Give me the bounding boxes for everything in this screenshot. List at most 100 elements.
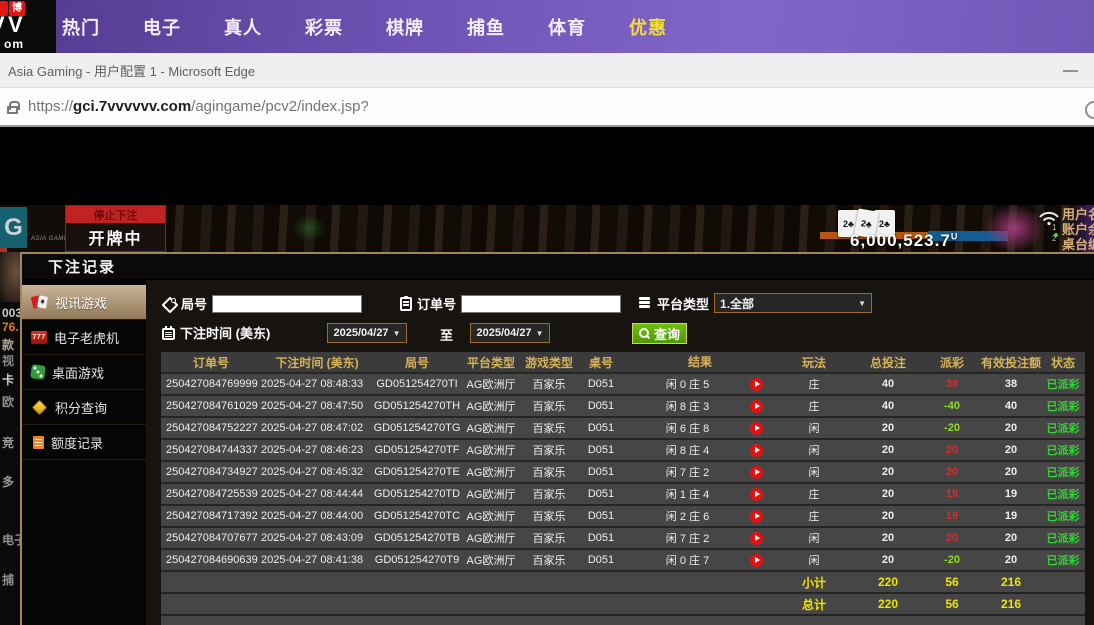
result-cell: 闲 8 庄 4: [625, 442, 775, 458]
valid-bet-cell: 20: [981, 422, 1041, 434]
valid-bet-cell: 19: [981, 488, 1041, 500]
play-icon[interactable]: [750, 378, 763, 391]
table-no-cell: D051: [577, 378, 625, 390]
order-label: 订单号: [417, 294, 456, 313]
game-cell: 百家乐: [521, 420, 577, 436]
table-no-cell: D051: [577, 554, 625, 566]
round-input[interactable]: [212, 295, 362, 313]
play-icon[interactable]: [750, 422, 763, 435]
time-cell: 2025-04-27 08:44:44: [261, 488, 373, 500]
sidebar-item-label: 桌面游戏: [52, 363, 104, 382]
sidebar-item-label: 积分查询: [55, 398, 107, 417]
play-icon[interactable]: [750, 532, 763, 545]
lock-icon[interactable]: [7, 106, 18, 114]
status-cell: 已派彩: [1041, 442, 1085, 458]
play-icon[interactable]: [750, 400, 763, 413]
dealing-label: 开牌中: [66, 223, 165, 251]
total-payout: 56: [923, 597, 981, 611]
total-valid-bet: 216: [981, 597, 1041, 611]
table-row: 250427084769999 2025-04-27 08:48:33 GD05…: [161, 374, 1085, 396]
nav-item[interactable]: 捕鱼: [467, 14, 505, 40]
payout-cell: -20: [923, 554, 981, 566]
order-cell: 250427084761029: [161, 400, 261, 412]
site-logo[interactable]: 博 V V om: [0, 0, 56, 53]
status-cell: 已派彩: [1041, 464, 1085, 480]
bet-type-cell: 闲: [775, 420, 853, 436]
nav-item[interactable]: 彩票: [305, 14, 343, 40]
round-cell: GD051254270TI: [373, 378, 461, 390]
jackpot-value: 6,000,523.7U: [850, 231, 958, 251]
table-no-cell: D051: [577, 532, 625, 544]
url-text[interactable]: https://gci.7vvvvvv.com/agingame/pcv2/in…: [28, 98, 369, 115]
sidebar-item[interactable]: 电子老虎机: [22, 320, 146, 355]
window-title: Asia Gaming - 用户配置 1 - Microsoft Edge: [8, 61, 255, 80]
date-from-select[interactable]: 2025/04/27: [327, 323, 407, 343]
platform-select[interactable]: 1.全部: [714, 293, 872, 313]
background-fragment: 欧: [2, 393, 14, 410]
platform-cell: AG欧洲厅: [461, 530, 521, 546]
sidebar-item[interactable]: 视讯游戏: [22, 285, 146, 320]
result-cell: 闲 0 庄 5: [625, 376, 775, 392]
header-cell: 游戏类型: [521, 354, 577, 371]
sidebar-item[interactable]: 额度记录: [22, 425, 146, 460]
nav-item[interactable]: 优惠: [629, 14, 667, 40]
table-no-cell: D051: [577, 510, 625, 522]
play-icon[interactable]: [750, 466, 763, 479]
round-cell: GD051254270T9: [373, 554, 461, 566]
nav-item[interactable]: 热门: [62, 14, 100, 40]
nav-item[interactable]: 棋牌: [386, 14, 424, 40]
url-bar[interactable]: https://gci.7vvvvvv.com/agingame/pcv2/in…: [0, 88, 1094, 127]
background-fragment: 多: [2, 473, 14, 490]
header-cell: 下注时间 (美东): [261, 354, 373, 371]
play-icon[interactable]: [750, 510, 763, 523]
dealer-face-fragment: [0, 252, 20, 302]
total-bet-cell: 20: [853, 422, 923, 434]
bet-type-cell: 闲: [775, 552, 853, 568]
search-button[interactable]: 查询: [632, 323, 687, 344]
sidebar-item[interactable]: 积分查询: [22, 390, 146, 425]
records-table: 订单号 下注时间 (美东) 局号 平台类型 游戏类型 桌号 结果 玩法 总投注 …: [161, 352, 1085, 625]
order-input[interactable]: [461, 295, 621, 313]
result-cell: 闲 7 庄 2: [625, 464, 775, 480]
bet-type-cell: 庄: [775, 376, 853, 392]
nav-item[interactable]: 电子: [143, 14, 181, 40]
browser-extension-icon[interactable]: [1085, 101, 1094, 119]
table-no-cell: D051: [577, 488, 625, 500]
table-header: 订单号 下注时间 (美东) 局号 平台类型 游戏类型 桌号 结果 玩法 总投注 …: [161, 352, 1085, 374]
page-black-area: [0, 127, 1094, 205]
nav-item[interactable]: 体育: [548, 14, 586, 40]
total-row: 总计 220 56 216: [161, 594, 1085, 616]
header-cell: 平台类型: [461, 354, 521, 371]
result-text: 闲 7 庄 2: [625, 464, 750, 480]
date-to-select[interactable]: 2025/04/27: [470, 323, 550, 343]
round-cell: GD051254270TF: [373, 444, 461, 456]
background-fragment: 视: [2, 352, 14, 369]
sidebar-item[interactable]: 桌面游戏: [22, 355, 146, 390]
result-text: 闲 8 庄 4: [625, 442, 750, 458]
game-cell: 百家乐: [521, 530, 577, 546]
order-cell: 250427084725539: [161, 488, 261, 500]
result-text: 闲 1 庄 4: [625, 486, 750, 502]
sidebar-item-label: 额度记录: [51, 433, 103, 452]
game-cell: 百家乐: [521, 398, 577, 414]
order-cell: 250427084734927: [161, 466, 261, 478]
top-nav: 博 V V om 热门 电子 真人 彩票 棋牌 捕鱼 体育 优惠: [0, 0, 1094, 53]
account-info-line: 账户余额: [1062, 222, 1094, 237]
play-icon[interactable]: [750, 488, 763, 501]
account-info-line: 用户名称: [1062, 207, 1094, 222]
platform-cell: AG欧洲厅: [461, 508, 521, 524]
result-text: 闲 8 庄 3: [625, 398, 750, 414]
background-fragment: 款: [2, 336, 14, 353]
background-fragment: 捕: [2, 571, 14, 588]
platform-cell: AG欧洲厅: [461, 376, 521, 392]
platform-cell: AG欧洲厅: [461, 420, 521, 436]
round-cell: GD051254270TE: [373, 466, 461, 478]
minimize-button[interactable]: —: [1057, 53, 1084, 87]
nav-item[interactable]: 真人: [224, 14, 262, 40]
status-cell: 已派彩: [1041, 398, 1085, 414]
account-info: 用户名称账户余额桌台编号: [1062, 207, 1094, 252]
play-icon[interactable]: [750, 444, 763, 457]
bet-type-cell: 庄: [775, 398, 853, 414]
time-cell: 2025-04-27 08:47:02: [261, 422, 373, 434]
play-icon[interactable]: [750, 554, 763, 567]
